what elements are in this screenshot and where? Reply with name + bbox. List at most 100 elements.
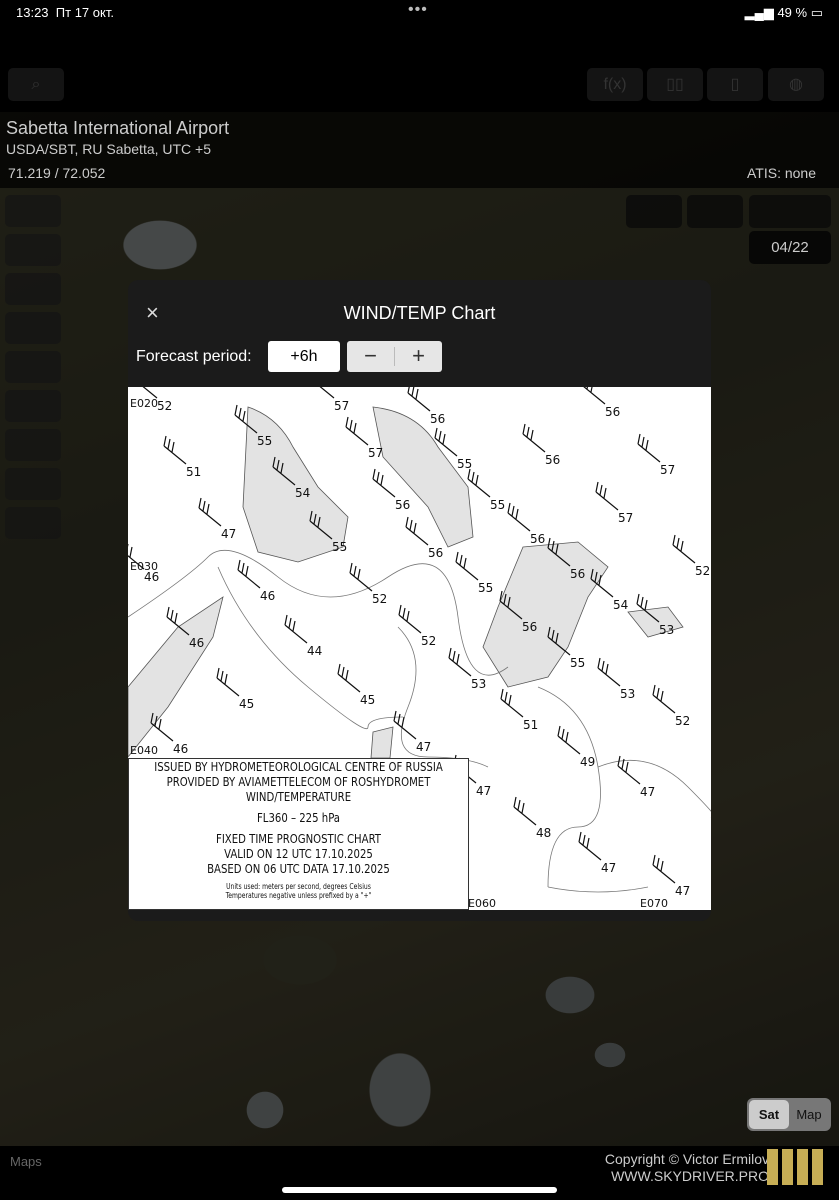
temperature-label: 47 [221, 527, 236, 541]
multitask-dots-icon[interactable]: ••• [408, 1, 428, 19]
home-indicator[interactable] [282, 1187, 557, 1193]
wind-barb [500, 688, 524, 718]
temperature-label: 51 [523, 718, 538, 732]
map-layer-button[interactable] [626, 195, 682, 228]
website[interactable]: WWW.SKYDRIVER.PRO [605, 1168, 769, 1185]
map-option[interactable]: Map [789, 1100, 829, 1129]
wind-barb [578, 831, 602, 861]
wind-barb [284, 614, 308, 644]
wind-barb [672, 534, 696, 564]
legend-line: FL360 – 225 hPa [256, 810, 340, 825]
wind-barb [557, 725, 581, 755]
temperature-label: 46 [260, 589, 275, 603]
map-layer-button[interactable] [749, 195, 831, 228]
meridian-label: E070 [640, 897, 668, 910]
search-icon[interactable]: ⌕ [8, 68, 64, 101]
airport-name: Sabetta International Airport [6, 118, 230, 138]
temperature-label: 56 [430, 412, 445, 426]
temperature-label: 45 [360, 693, 375, 707]
lake [370, 726, 394, 759]
map-tool-button[interactable] [5, 507, 61, 539]
lake [242, 406, 349, 563]
wind-barb [448, 647, 472, 677]
temperature-label: 52 [372, 592, 387, 606]
map-tool-button[interactable] [5, 195, 61, 227]
wind-barb [372, 468, 396, 498]
map-tool-button[interactable] [5, 273, 61, 305]
wind-barb [637, 433, 661, 463]
wind-barb [319, 387, 335, 399]
wind-barb [216, 667, 240, 697]
temperature-label: 55 [332, 540, 347, 554]
wind-temp-chart[interactable]: 52 57 56 56 55 57 55 56 57 51 54 56 55 57 47 55 56 56 56 52… [128, 387, 711, 910]
legend-line: Units used: meters per second, degrees C… [226, 882, 371, 891]
temperature-label: 57 [368, 446, 383, 460]
temperature-label: 56 [395, 498, 410, 512]
temperature-label: 46 [189, 636, 204, 650]
wind-barb [467, 468, 491, 498]
temperature-label: 53 [620, 687, 635, 701]
temperature-label: 55 [570, 656, 585, 670]
meridian-label: E060 [468, 897, 496, 910]
meridian-label: E020 [130, 397, 158, 410]
lake [482, 541, 609, 688]
legend-line: ISSUED BY HYDROMETEOROLOGICAL CENTRE OF … [154, 759, 443, 774]
map-tool-button[interactable] [5, 312, 61, 344]
temperature-label: 52 [695, 564, 710, 578]
decrement-button[interactable]: − [347, 341, 394, 372]
map-tool-button[interactable] [5, 429, 61, 461]
map-layer-button[interactable] [687, 195, 743, 228]
clock: 13:23 [16, 5, 49, 20]
temperature-label: 49 [580, 755, 595, 769]
temperature-label: 53 [471, 677, 486, 691]
map-tool-button[interactable] [5, 351, 61, 383]
temperature-label: 56 [530, 532, 545, 546]
temperature-label: 45 [239, 697, 254, 711]
forecast-stepper[interactable]: − + [347, 341, 442, 372]
book-icon[interactable]: ▯▯ [647, 68, 703, 101]
forecast-value: +6h [268, 341, 340, 372]
legend-line: FIXED TIME PROGNOSTIC CHART [215, 831, 381, 846]
temperature-label: 48 [536, 826, 551, 840]
wind-barb [652, 854, 676, 884]
runway-button[interactable]: 04/22 [749, 231, 831, 264]
temperature-label: 51 [186, 465, 201, 479]
function-icon[interactable]: f(x) [587, 68, 643, 101]
skydriver-logo [767, 1149, 823, 1185]
legend-line: VALID ON 12 UTC 17.10.2025 [224, 846, 373, 861]
map-type-toggle[interactable]: Sat Map [747, 1098, 831, 1131]
temperature-label: 47 [476, 784, 491, 798]
temperature-label: 57 [618, 511, 633, 525]
map-tool-button[interactable] [5, 468, 61, 500]
copyright: Copyright © Victor Ermilov [604, 1151, 769, 1167]
temperature-label: 47 [416, 740, 431, 754]
apple-maps-attribution[interactable]: Maps [10, 1154, 42, 1169]
temperature-label: 46 [173, 742, 188, 756]
increment-button[interactable]: + [395, 341, 442, 372]
map-tool-button[interactable] [5, 390, 61, 422]
temperature-label: 54 [613, 598, 628, 612]
globe-icon[interactable]: ◍ [768, 68, 824, 101]
wind-barb [237, 559, 261, 589]
temperature-label: 56 [428, 546, 443, 560]
temperature-label: 53 [659, 623, 674, 637]
legend-line: PROVIDED BY AVIAMETTELECOM OF ROSHYDROME… [166, 774, 431, 789]
lake [372, 406, 474, 548]
map-tool-button[interactable] [5, 234, 61, 266]
temperature-label: 55 [490, 498, 505, 512]
legend-line: WIND/TEMPERATURE [245, 789, 352, 804]
forecast-label: Forecast period: [136, 348, 252, 365]
temperature-label: 55 [457, 457, 472, 471]
airport-codes: USDA/SBT, RU Sabetta, UTC +5 [6, 141, 212, 157]
legend-line: BASED ON 06 UTC DATA 17.10.2025 [207, 861, 390, 876]
temperature-label: 56 [605, 405, 620, 419]
temperature-label: 44 [307, 644, 322, 658]
document-icon[interactable]: ▯ [707, 68, 763, 101]
temperature-label: 47 [675, 884, 690, 898]
sat-option[interactable]: Sat [749, 1100, 789, 1129]
wind-barb [455, 551, 479, 581]
temperature-label: 56 [570, 567, 585, 581]
wind-barb [349, 562, 373, 592]
temperature-label: 47 [640, 785, 655, 799]
atis-status: ATIS: none [746, 165, 816, 181]
